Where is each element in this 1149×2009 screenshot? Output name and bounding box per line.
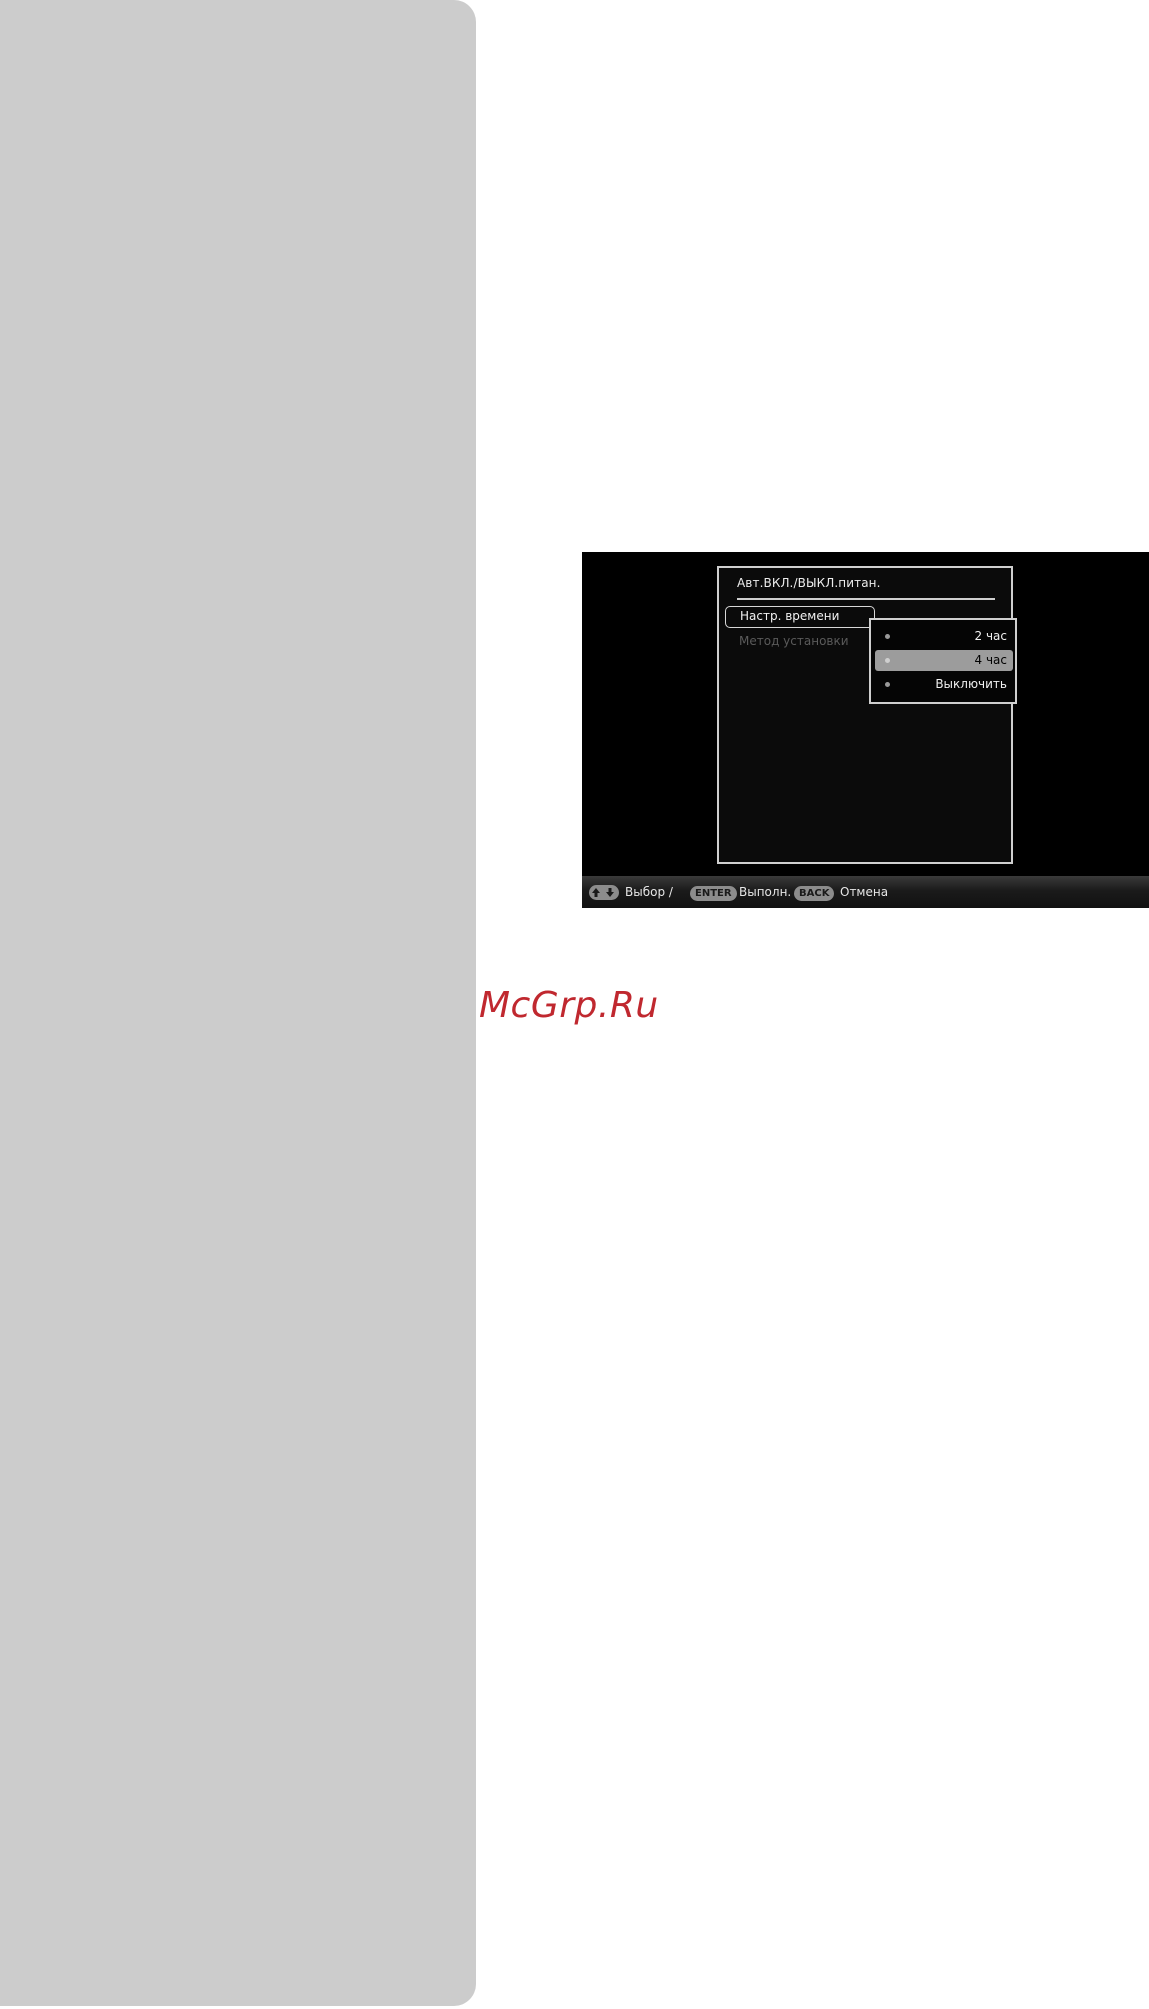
back-key-label: BACK [794,886,835,901]
bullet-icon [885,634,890,639]
watermark-text: McGrp.Ru [479,985,659,1026]
option-2-hours[interactable]: 2 час [875,626,1013,647]
enter-key-badge: ENTER [690,885,737,901]
cancel-hint: Отмена [840,885,889,899]
menu-item-setup-method[interactable]: Метод установки [725,630,875,652]
page: Авт.ВКЛ./ВЫКЛ.питан. Настр. времени Мето… [0,0,1149,2009]
menu-title: Авт.ВКЛ./ВЫКЛ.питан. [737,576,881,590]
up-down-arrows-icon [589,885,619,900]
device-screen: Авт.ВКЛ./ВЫКЛ.питан. Настр. времени Мето… [582,552,1149,908]
execute-hint: Выполн. [739,885,792,899]
bullet-icon [885,658,890,663]
option-label: 4 час [974,653,1008,667]
enter-key-label: ENTER [690,886,737,901]
select-hint: Выбор / [625,885,673,899]
back-key-badge: BACK [794,885,835,901]
option-4-hours[interactable]: 4 час [875,650,1013,671]
option-label: Выключить [935,677,1007,691]
time-submenu: 2 час 4 час Выключить [869,618,1017,704]
option-label: 2 час [974,629,1008,643]
side-panel [0,0,476,2006]
option-off[interactable]: Выключить [875,674,1013,695]
menu-item-time-setting[interactable]: Настр. времени [725,606,875,628]
menu-title-divider [737,598,995,600]
help-bar: Выбор / ENTER Выполн. BACK Отмена [582,876,1149,908]
settings-menu: Авт.ВКЛ./ВЫКЛ.питан. Настр. времени Мето… [717,566,1017,864]
bullet-icon [885,682,890,687]
